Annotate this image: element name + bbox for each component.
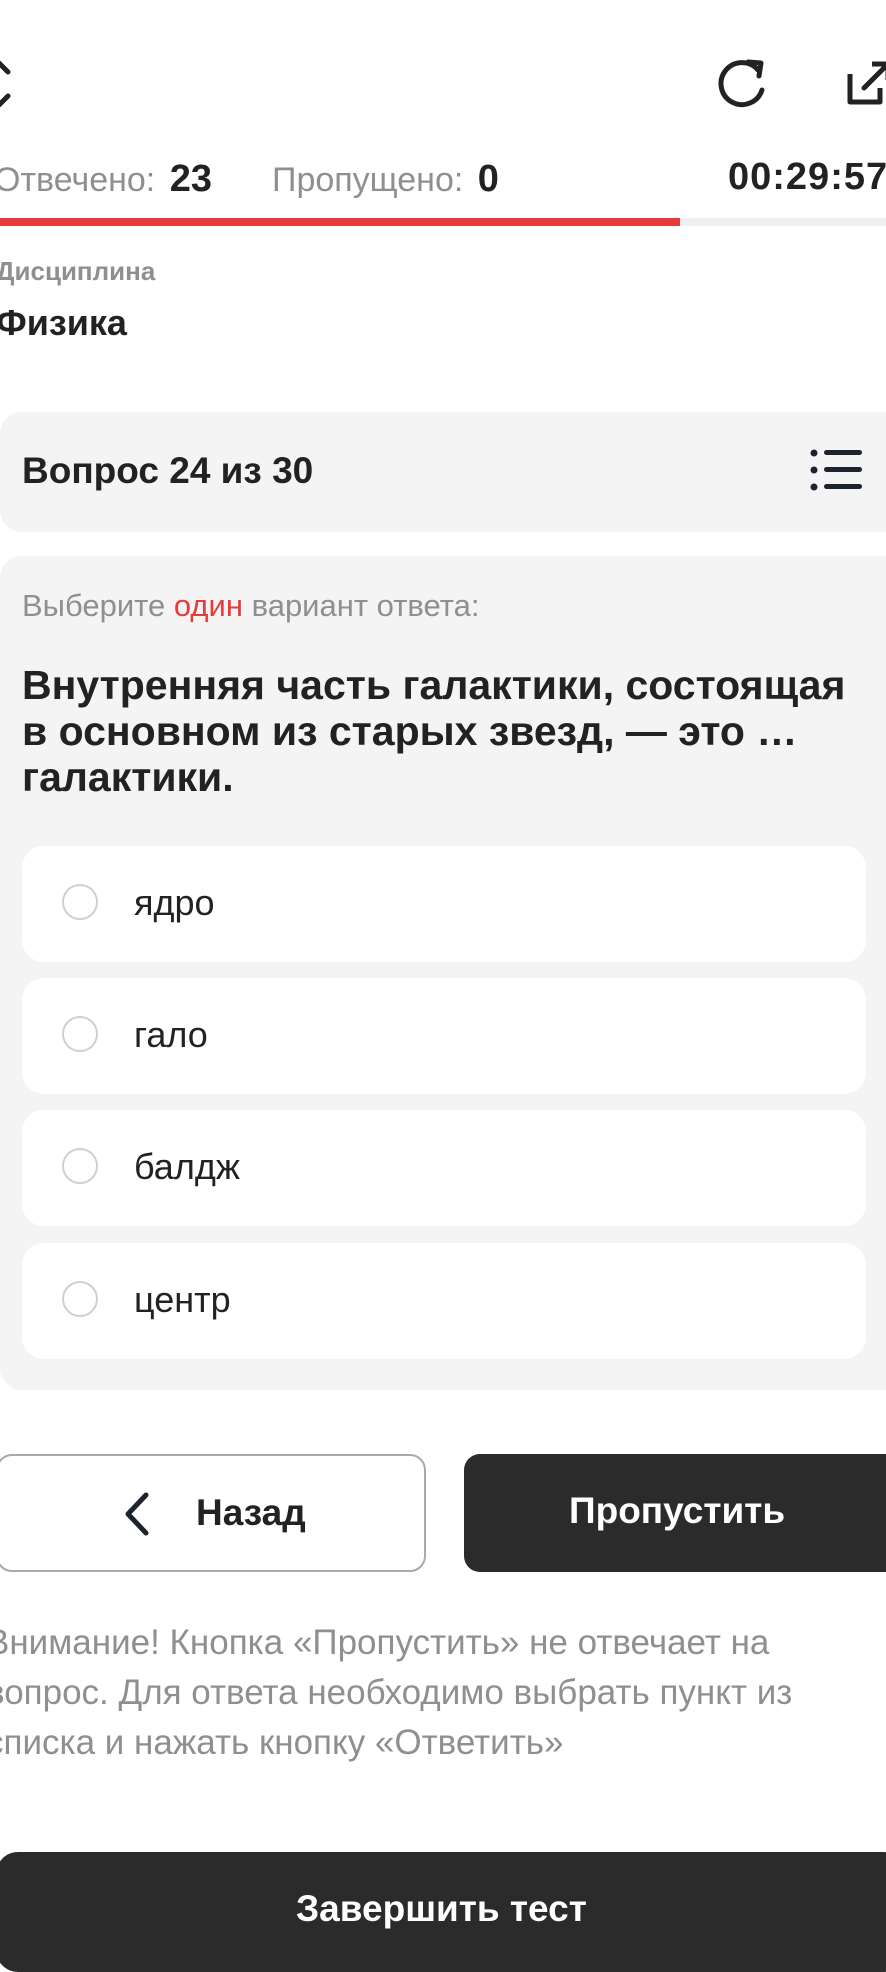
skipped-label: Пропущено: [272,161,464,199]
close-icon[interactable] [0,56,14,117]
skip-button[interactable]: Пропустить [464,1454,886,1572]
instruction-before: Выберите [22,588,174,623]
external-link-icon[interactable] [846,60,886,111]
question-text: Внутренняя часть галактики, состоящая в … [22,662,846,800]
skipped-count: 0 [477,158,499,200]
skipped-stat: Пропущено: 0 [272,158,499,201]
discipline-label: Дисциплина [0,256,156,286]
answer-option[interactable]: ядро [22,846,866,962]
radio-button[interactable] [62,1016,98,1052]
answered-stat: Отвечено: 23 [0,158,212,201]
answer-option[interactable]: гало [22,978,866,1094]
list-icon[interactable] [810,448,864,497]
answered-count: 23 [169,158,212,200]
answer-option-label: ядро [134,882,215,923]
instruction-accent: один [173,588,243,623]
instruction-after: вариант ответа: [242,588,480,623]
finish-test-label: Завершить тест [296,1888,587,1929]
chevron-left-icon [125,1492,149,1536]
warning-text: Внимание! Кнопка «Пропустить» не отвечае… [0,1623,793,1762]
instruction: Выберите один вариант ответа: [22,588,479,624]
answered-label: Отвечено: [0,161,156,199]
answer-option-label: балдж [134,1146,240,1187]
reload-icon[interactable] [712,56,770,117]
timer: 00:29:57 [728,156,886,198]
skip-button-label: Пропустить [569,1490,786,1531]
back-button-label: Назад [196,1492,306,1533]
answer-option-label: гало [134,1014,208,1055]
radio-button[interactable] [62,1281,98,1317]
finish-test-button[interactable]: Завершить тест [0,1852,886,1972]
answer-option[interactable]: центр [22,1243,866,1359]
radio-button[interactable] [62,1148,98,1184]
answer-option[interactable]: балдж [22,1110,866,1226]
radio-button[interactable] [62,884,98,920]
discipline-value: Физика [0,302,127,343]
back-button[interactable]: Назад [0,1454,426,1572]
progress-fill [0,218,680,226]
answer-option-label: центр [134,1279,231,1320]
question-counter: Вопрос 24 из 30 [22,450,314,491]
